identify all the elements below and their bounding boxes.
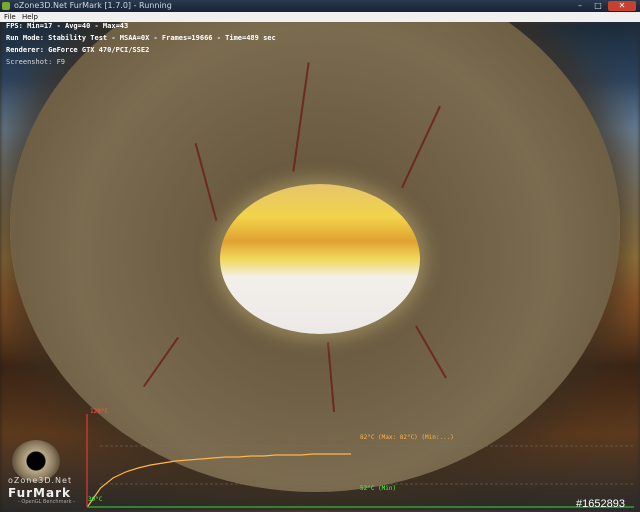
close-button[interactable]: ✕ bbox=[608, 1, 636, 11]
graph-max-label: 120°C bbox=[90, 408, 109, 415]
minimize-button[interactable]: – bbox=[572, 1, 588, 11]
temperature-plot bbox=[86, 414, 634, 508]
temperature-graph: 120°C 30°C 82°C (Max: 82°C) (Min:...) 52… bbox=[86, 408, 635, 508]
title-bar: oZone3D.Net FurMark [1.7.0] - Running – … bbox=[0, 0, 640, 12]
run-mode-readout: Run Mode: Stability Test - MSAA=0X - Fra… bbox=[6, 34, 276, 42]
graph-mid-label: 52°C (Min) bbox=[360, 485, 397, 492]
logo-product: FurMark bbox=[8, 486, 71, 500]
watermark-id: #1652893 bbox=[576, 498, 625, 510]
app-icon bbox=[2, 2, 10, 10]
maximize-button[interactable]: □ bbox=[590, 1, 606, 11]
fps-readout: FPS: Min=17 - Avg=40 - Max=43 bbox=[6, 22, 129, 30]
screenshot-hint: Screenshot: F9 bbox=[6, 58, 66, 66]
logo-tagline: - OpenGL Benchmark - bbox=[18, 499, 75, 505]
hud-overlay: FPS: Min=17 - Avg=40 - Max=43 Run Mode: … bbox=[6, 20, 276, 68]
temperature-series-line bbox=[87, 453, 351, 507]
graph-current-label: 82°C (Max: 82°C) (Min:...) bbox=[360, 434, 454, 441]
logo-brand: oZone3D.Net bbox=[8, 476, 73, 485]
renderer-readout: Renderer: GeForce GTX 470/PCI/SSE2 bbox=[6, 46, 150, 54]
window-title: oZone3D.Net FurMark [1.7.0] - Running bbox=[14, 1, 172, 10]
graph-min-label: 30°C bbox=[88, 496, 103, 503]
glowing-center bbox=[220, 184, 420, 334]
